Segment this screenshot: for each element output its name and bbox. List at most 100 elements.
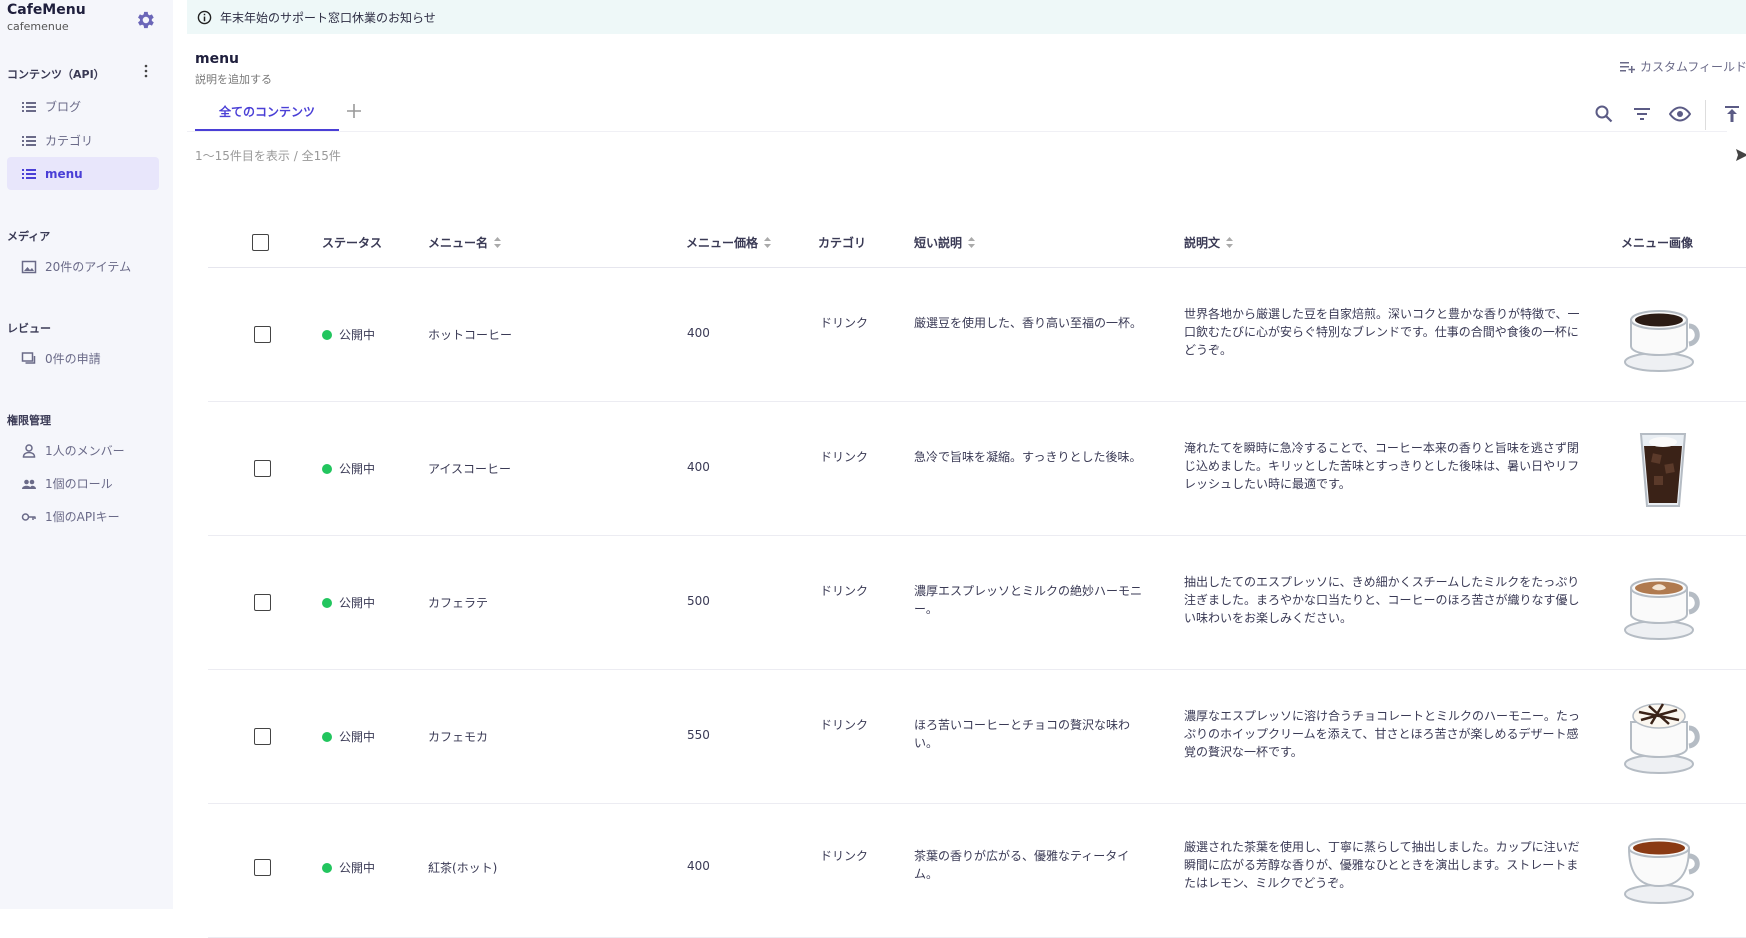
iced-coffee-icon	[1639, 433, 1687, 507]
menu-price: 400	[687, 460, 710, 474]
media-section-header: メディア	[7, 230, 51, 243]
plus-icon[interactable]	[345, 102, 363, 120]
status-label: 公開中	[339, 730, 376, 744]
announcement-banner[interactable]: 年末年始のサポート窓口休業のお知らせ	[187, 0, 1746, 34]
table-row[interactable]: 公開中 カフェモカ 550 ドリンク ほろ苦いコーヒーとチョコの贅沢な味わい。 …	[208, 670, 1746, 804]
row-checkbox[interactable]	[254, 326, 271, 343]
sidebar-item-label: 1個のロール	[45, 477, 113, 491]
sidebar-item-media[interactable]: 20件のアイテム	[7, 250, 159, 283]
column-price[interactable]: メニュー価格	[686, 234, 772, 251]
description: 厳選された茶葉を使用し、丁寧に蒸らして抽出しました。カップに注いだ瞬間に広がる芳…	[1184, 840, 1580, 890]
sidebar-item-label: カテゴリ	[45, 134, 94, 148]
result-count: 1〜15件目を表示 / 全15件	[195, 149, 341, 163]
status-badge: 公開中	[322, 594, 375, 611]
sort-icon[interactable]	[764, 237, 772, 248]
send-icon[interactable]	[1736, 148, 1746, 162]
table-row[interactable]: 公開中 紅茶(ホット) 400 ドリンク 茶葉の香りが広がる、優雅なティータイム…	[208, 804, 1746, 938]
search-icon[interactable]	[1594, 104, 1614, 124]
description: 濃厚なエスプレッソに溶け合うチョコレートとミルクのハーモニー。たっぷりのホイップ…	[1184, 709, 1580, 759]
row-checkbox[interactable]	[254, 728, 271, 745]
short-description: ほろ苦いコーヒーとチョコの贅沢な味わい。	[914, 718, 1131, 750]
column-short-desc[interactable]: 短い説明	[914, 234, 976, 251]
column-short-desc-label: 短い説明	[914, 236, 963, 250]
table-row[interactable]: 公開中 ホットコーヒー 400 ドリンク 厳選豆を使用した、香り高い至福の一杯。…	[208, 268, 1746, 402]
image-icon	[21, 260, 37, 273]
description: 抽出したてのエスプレッソに、きめ細かくスチームしたミルクをたっぷり注ぎました。ま…	[1184, 575, 1580, 625]
menu-price: 400	[687, 859, 710, 873]
add-description-link[interactable]: 説明を追加する	[195, 71, 272, 87]
review-section-header: レビュー	[7, 322, 51, 335]
tea-icon	[1624, 838, 1700, 904]
menu-name: カフェラテ	[428, 596, 489, 610]
sidebar-item-blog[interactable]: ブログ	[7, 90, 159, 123]
sidebar-item-label: 1人のメンバー	[45, 444, 125, 458]
sidebar-item-members[interactable]: 1人のメンバー	[7, 434, 159, 467]
table-row[interactable]: 公開中 カフェラテ 500 ドリンク 濃厚エスプレッソとミルクの絶妙ハーモニー。…	[208, 536, 1746, 670]
column-category-label: カテゴリ	[818, 236, 867, 250]
sidebar-item-label: 0件の申請	[45, 352, 101, 366]
status-label: 公開中	[339, 462, 376, 476]
permission-section-header: 権限管理	[7, 414, 51, 427]
row-checkbox[interactable]	[254, 594, 271, 611]
column-description[interactable]: 説明文	[1184, 234, 1234, 251]
status-dot	[322, 329, 332, 340]
kebab-menu-icon[interactable]	[144, 64, 148, 78]
status-dot	[322, 731, 332, 742]
short-description: 急冷で旨味を凝縮。すっきりとした後味。	[914, 450, 1142, 464]
custom-field-button[interactable]: カスタムフィールド	[1620, 58, 1746, 75]
column-status-label: ステータス	[322, 236, 383, 250]
tab-divider	[187, 131, 1727, 132]
sort-icon[interactable]	[1226, 237, 1234, 248]
sort-icon[interactable]	[494, 237, 502, 248]
brand: CafeMenu cafemenue	[7, 2, 86, 33]
contents-section-header: コンテンツ（API）	[7, 68, 105, 81]
sidebar-item-roles[interactable]: 1個のロール	[7, 467, 159, 500]
sidebar-item-menu[interactable]: menu	[7, 157, 159, 190]
info-icon	[197, 10, 212, 24]
sort-icon[interactable]	[968, 237, 976, 248]
gear-icon[interactable]	[134, 9, 156, 31]
column-category: カテゴリ	[818, 234, 866, 251]
menu-category: ドリンク	[820, 584, 869, 598]
list-icon	[22, 101, 36, 112]
list-icon	[22, 135, 36, 146]
status-label: 公開中	[339, 861, 376, 875]
sidebar-item-label: 20件のアイテム	[45, 260, 132, 274]
select-all-checkbox[interactable]	[252, 234, 269, 251]
short-description: 濃厚エスプレッソとミルクの絶妙ハーモニー。	[914, 584, 1143, 616]
menu-price: 400	[687, 326, 710, 340]
menu-name: アイスコーヒー	[428, 462, 512, 476]
menu-name: カフェモカ	[428, 730, 489, 744]
column-price-label: メニュー価格	[686, 236, 759, 250]
banner-text: 年末年始のサポート窓口休業のお知らせ	[220, 10, 436, 25]
sidebar-item-label: ブログ	[45, 100, 82, 114]
eye-icon[interactable]	[1669, 104, 1691, 124]
row-checkbox[interactable]	[254, 460, 271, 477]
mocha-icon	[1624, 703, 1700, 774]
column-image: メニュー画像	[1621, 234, 1693, 251]
filter-icon[interactable]	[1632, 104, 1652, 124]
column-name[interactable]: メニュー名	[428, 234, 502, 251]
page-title: menu	[195, 51, 240, 67]
description: 世界各地から厳選した豆を自家焙煎。深いコクと豊かな香りが特徴で、一口飲むたびに心…	[1184, 307, 1580, 357]
status-label: 公開中	[339, 328, 376, 342]
menu-category: ドリンク	[820, 849, 869, 863]
short-description: 厳選豆を使用した、香り高い至福の一杯。	[914, 316, 1143, 330]
key-icon	[21, 512, 36, 521]
status-dot	[322, 597, 332, 608]
menu-category: ドリンク	[820, 718, 869, 732]
sidebar-item-category[interactable]: カテゴリ	[7, 124, 159, 157]
row-checkbox[interactable]	[254, 859, 271, 876]
sidebar-item-api-keys[interactable]: 1個のAPIキー	[7, 500, 159, 533]
status-badge: 公開中	[322, 326, 375, 343]
short-description: 茶葉の香りが広がる、優雅なティータイム。	[914, 849, 1130, 881]
app-name: CafeMenu	[7, 2, 86, 18]
menu-category: ドリンク	[820, 450, 869, 464]
tab-all-contents[interactable]: 全てのコンテンツ	[195, 98, 339, 131]
app-id: cafemenue	[7, 20, 69, 33]
upload-icon[interactable]	[1722, 104, 1742, 124]
status-label: 公開中	[339, 596, 376, 610]
review-icon	[21, 351, 36, 364]
table-row[interactable]: 公開中 アイスコーヒー 400 ドリンク 急冷で旨味を凝縮。すっきりとした後味。…	[208, 402, 1746, 536]
sidebar-item-review[interactable]: 0件の申請	[7, 342, 159, 375]
